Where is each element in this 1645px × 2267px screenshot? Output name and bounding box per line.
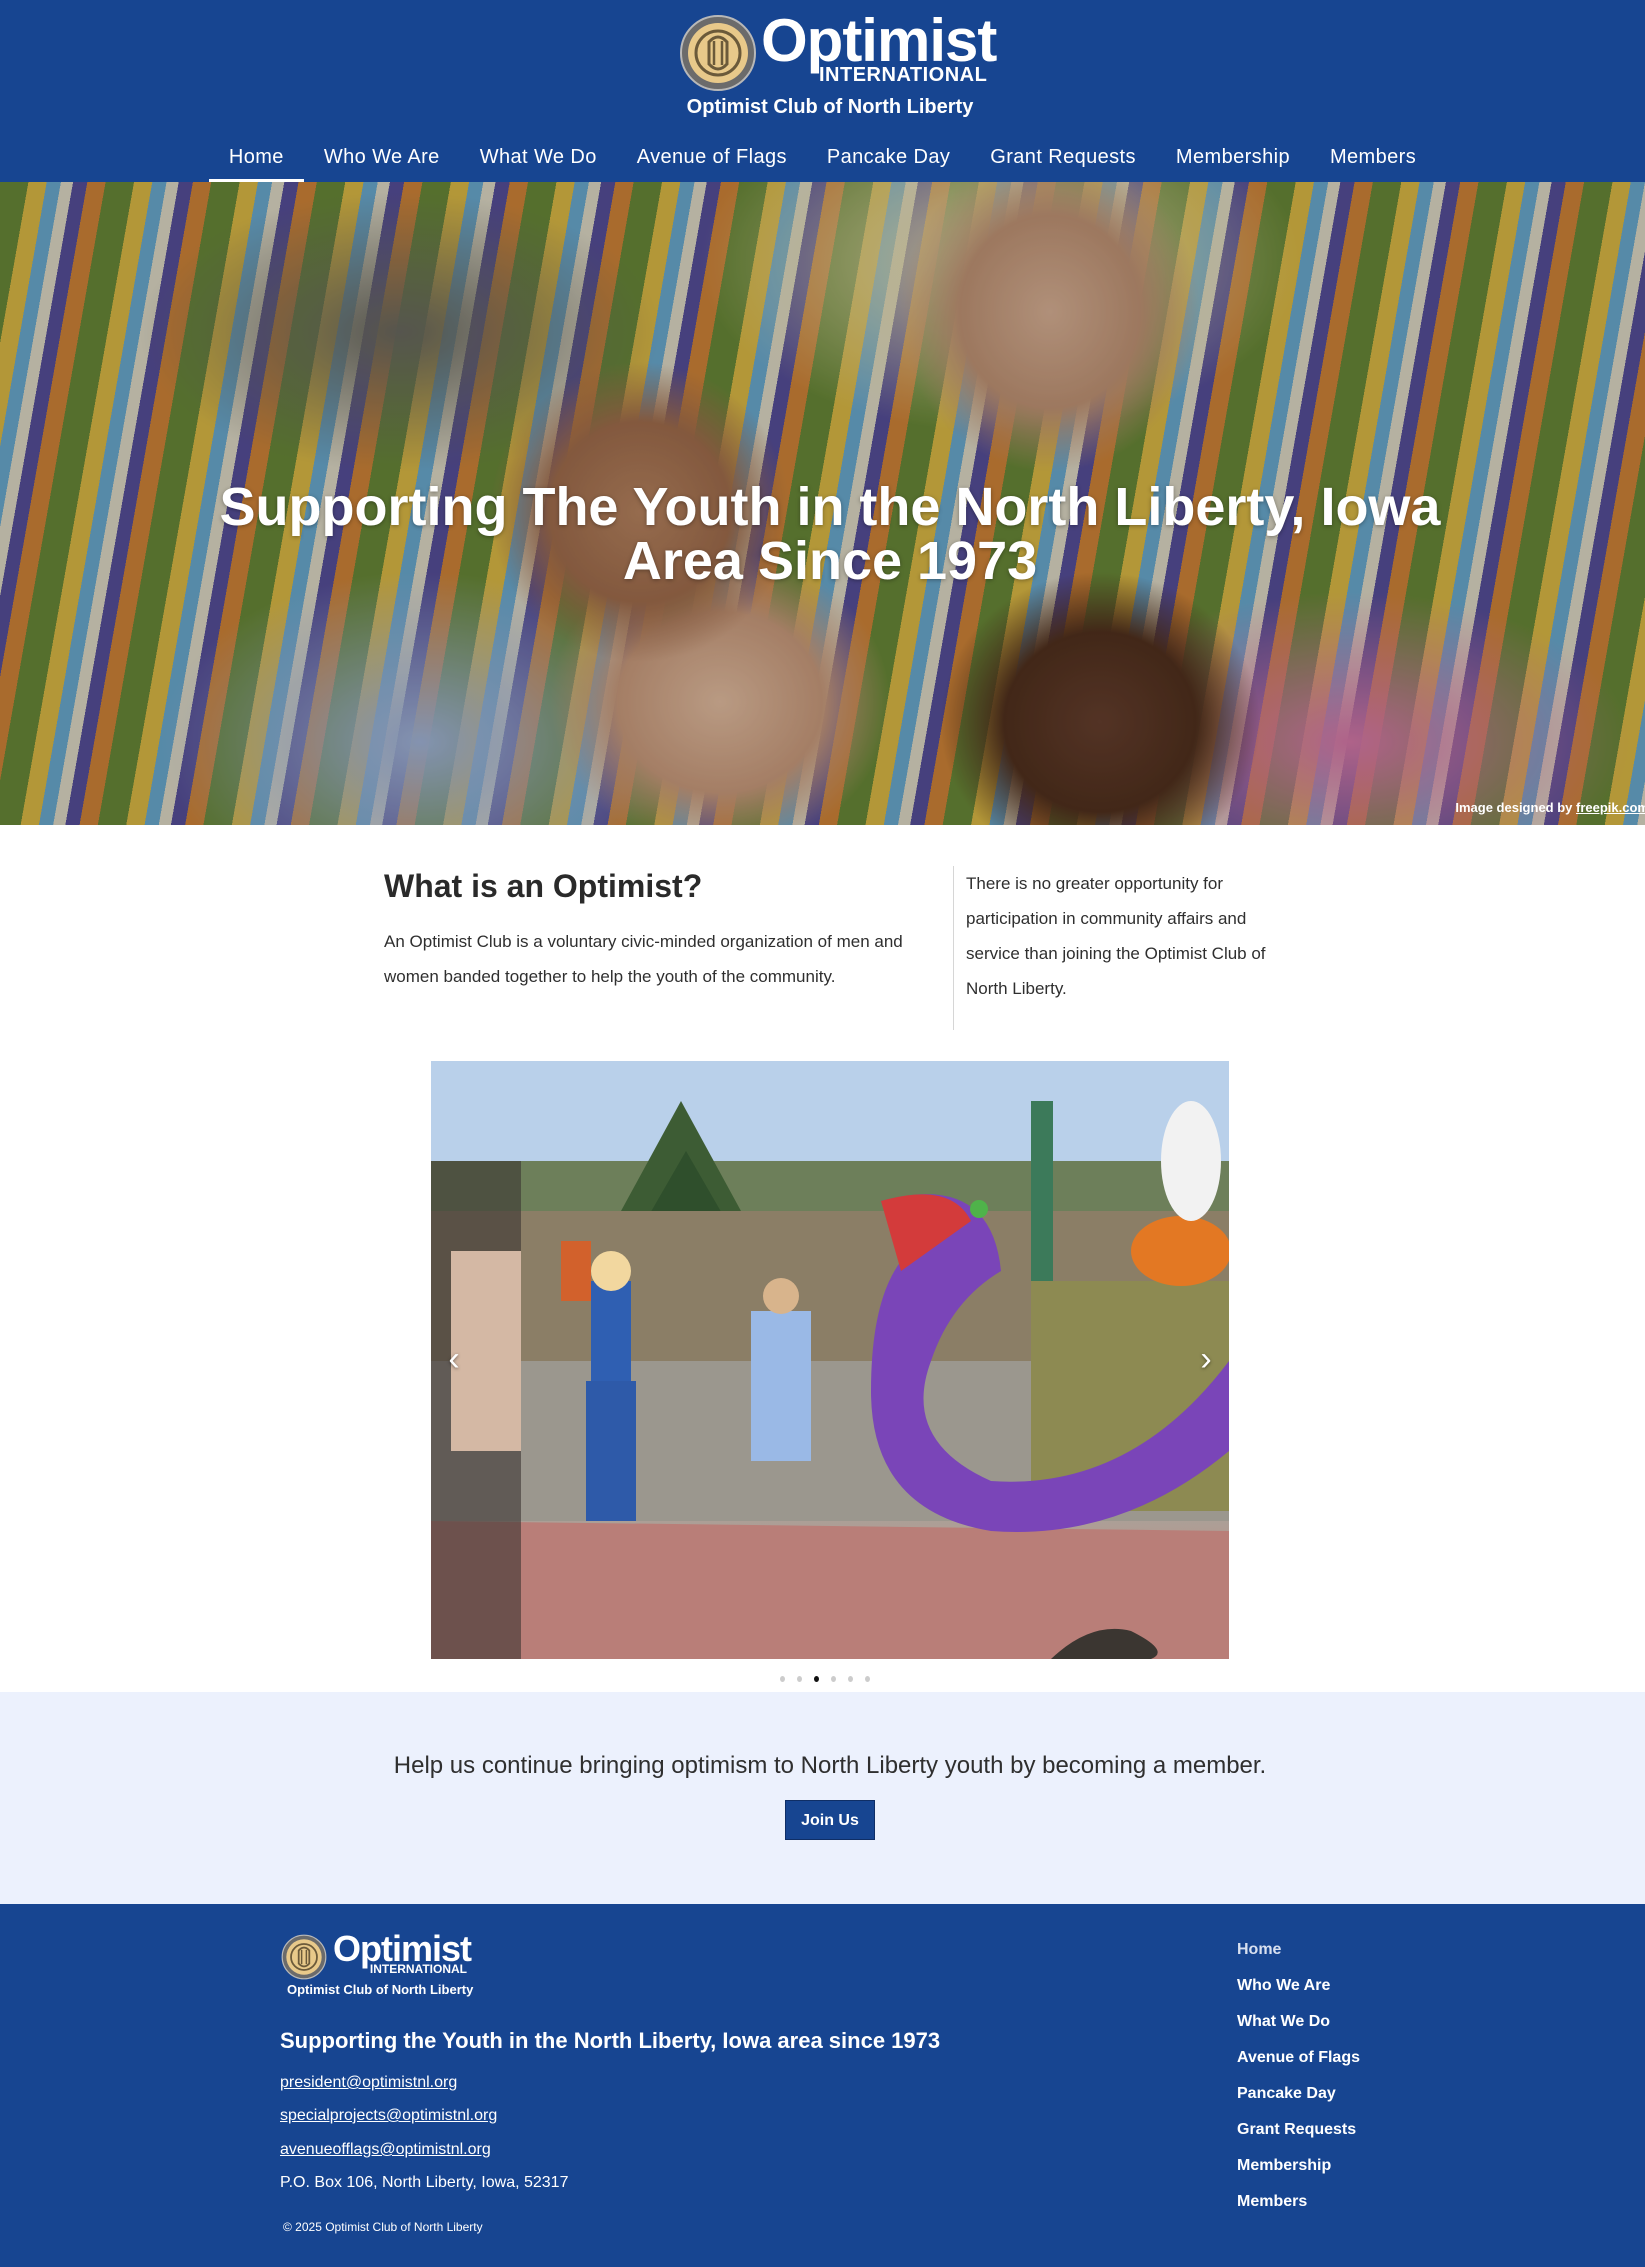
hero-banner: Supporting The Youth in the North Libert… xyxy=(0,182,1645,825)
footer-nav-avenue-of-flags[interactable]: Avenue of Flags xyxy=(1237,2048,1437,2084)
logo-club-name: Optimist Club of North Liberty xyxy=(686,96,974,118)
carousel-dot-6[interactable] xyxy=(865,1676,870,1682)
footer-nav-membership[interactable]: Membership xyxy=(1237,2156,1437,2192)
carousel-slide-image xyxy=(431,1061,1229,1659)
footer-nav-what-we-do[interactable]: What We Do xyxy=(1237,2012,1437,2048)
membership-cta: Help us continue bringing optimism to No… xyxy=(0,1692,1645,1904)
image-credit-text: Image designed by xyxy=(1455,800,1577,815)
nav-item-members[interactable]: Members xyxy=(1310,140,1436,182)
footer-nav: Home Who We Are What We Do Avenue of Fla… xyxy=(1237,1940,1437,2228)
carousel-dot-1[interactable] xyxy=(780,1676,785,1682)
footer-logo-club-name: Optimist Club of North Liberty xyxy=(287,1982,474,1997)
about-section: What is an Optimist? An Optimist Club is… xyxy=(384,866,904,994)
carousel-dot-4[interactable] xyxy=(831,1676,836,1682)
image-credit: Image designed by freepik.com xyxy=(1455,800,1645,815)
site-footer: Optimist INTERNATIONAL Optimist Club of … xyxy=(0,1904,1645,2267)
about-side-text: There is no greater opportunity for part… xyxy=(966,874,1266,998)
carousel-dot-2[interactable] xyxy=(797,1676,802,1682)
optimist-emblem-icon xyxy=(680,15,756,91)
footer-logo-subtitle: INTERNATIONAL xyxy=(369,1962,467,1976)
hero-title: Supporting The Youth in the North Libert… xyxy=(219,477,1441,592)
email-link-president[interactable]: president@optimistnl.org xyxy=(280,2074,457,2092)
logo-mark: Optimist INTERNATIONAL xyxy=(679,7,997,94)
about-divider xyxy=(953,866,954,1030)
carousel-dot-5[interactable] xyxy=(848,1676,853,1682)
nav-item-pancake-day[interactable]: Pancake Day xyxy=(807,140,970,182)
nav-item-what-we-do[interactable]: What We Do xyxy=(460,140,617,182)
carousel-dots xyxy=(780,1676,870,1686)
footer-nav-who-we-are[interactable]: Who We Are xyxy=(1237,1976,1437,2012)
cta-text: Help us continue bringing optimism to No… xyxy=(393,1752,1267,1779)
copyright: © 2025 Optimist Club of North Liberty xyxy=(283,2220,483,2234)
footer-nav-grant-requests[interactable]: Grant Requests xyxy=(1237,2120,1437,2156)
nav-item-home[interactable]: Home xyxy=(208,140,304,182)
footer-nav-home[interactable]: Home xyxy=(1237,1940,1437,1976)
nav-item-membership[interactable]: Membership xyxy=(1156,140,1310,182)
site-header: Optimist INTERNATIONAL Optimist Club of … xyxy=(0,0,1645,182)
main-nav: Home Who We Are What We Do Avenue of Fla… xyxy=(0,140,1645,182)
about-heading: What is an Optimist? xyxy=(384,868,703,904)
footer-tagline: Supporting the Youth in the North Libert… xyxy=(280,2028,941,2053)
photo-carousel[interactable]: ‹ › xyxy=(431,1061,1229,1659)
carousel-dot-3[interactable] xyxy=(814,1676,819,1682)
optimist-emblem-icon xyxy=(281,1934,327,1980)
site-logo[interactable]: Optimist INTERNATIONAL Optimist Club of … xyxy=(0,7,1645,124)
nav-item-avenue-of-flags[interactable]: Avenue of Flags xyxy=(617,140,807,182)
email-link-avenue-of-flags[interactable]: avenueofflags@optimistnl.org xyxy=(280,2141,491,2159)
footer-nav-members[interactable]: Members xyxy=(1237,2192,1437,2228)
footer-logo[interactable]: Optimist INTERNATIONAL Optimist Club of … xyxy=(281,1928,481,2004)
footer-nav-pancake-day[interactable]: Pancake Day xyxy=(1237,2084,1437,2120)
about-text: An Optimist Club is a voluntary civic-mi… xyxy=(384,932,903,986)
carousel-prev-icon[interactable]: ‹ xyxy=(439,1339,469,1379)
carousel-next-icon[interactable]: › xyxy=(1191,1339,1221,1379)
email-link-special-projects[interactable]: specialprojects@optimistnl.org xyxy=(280,2107,497,2125)
nav-item-grant-requests[interactable]: Grant Requests xyxy=(970,140,1156,182)
freepik-link[interactable]: freepik.com xyxy=(1576,800,1645,815)
join-us-button[interactable]: Join Us xyxy=(785,1800,875,1840)
logo-subtitle: INTERNATIONAL xyxy=(819,64,988,86)
nav-item-who-we-are[interactable]: Who We Are xyxy=(304,140,460,182)
mailing-address: P.O. Box 106, North Liberty, Iowa, 52317 xyxy=(280,2174,569,2191)
